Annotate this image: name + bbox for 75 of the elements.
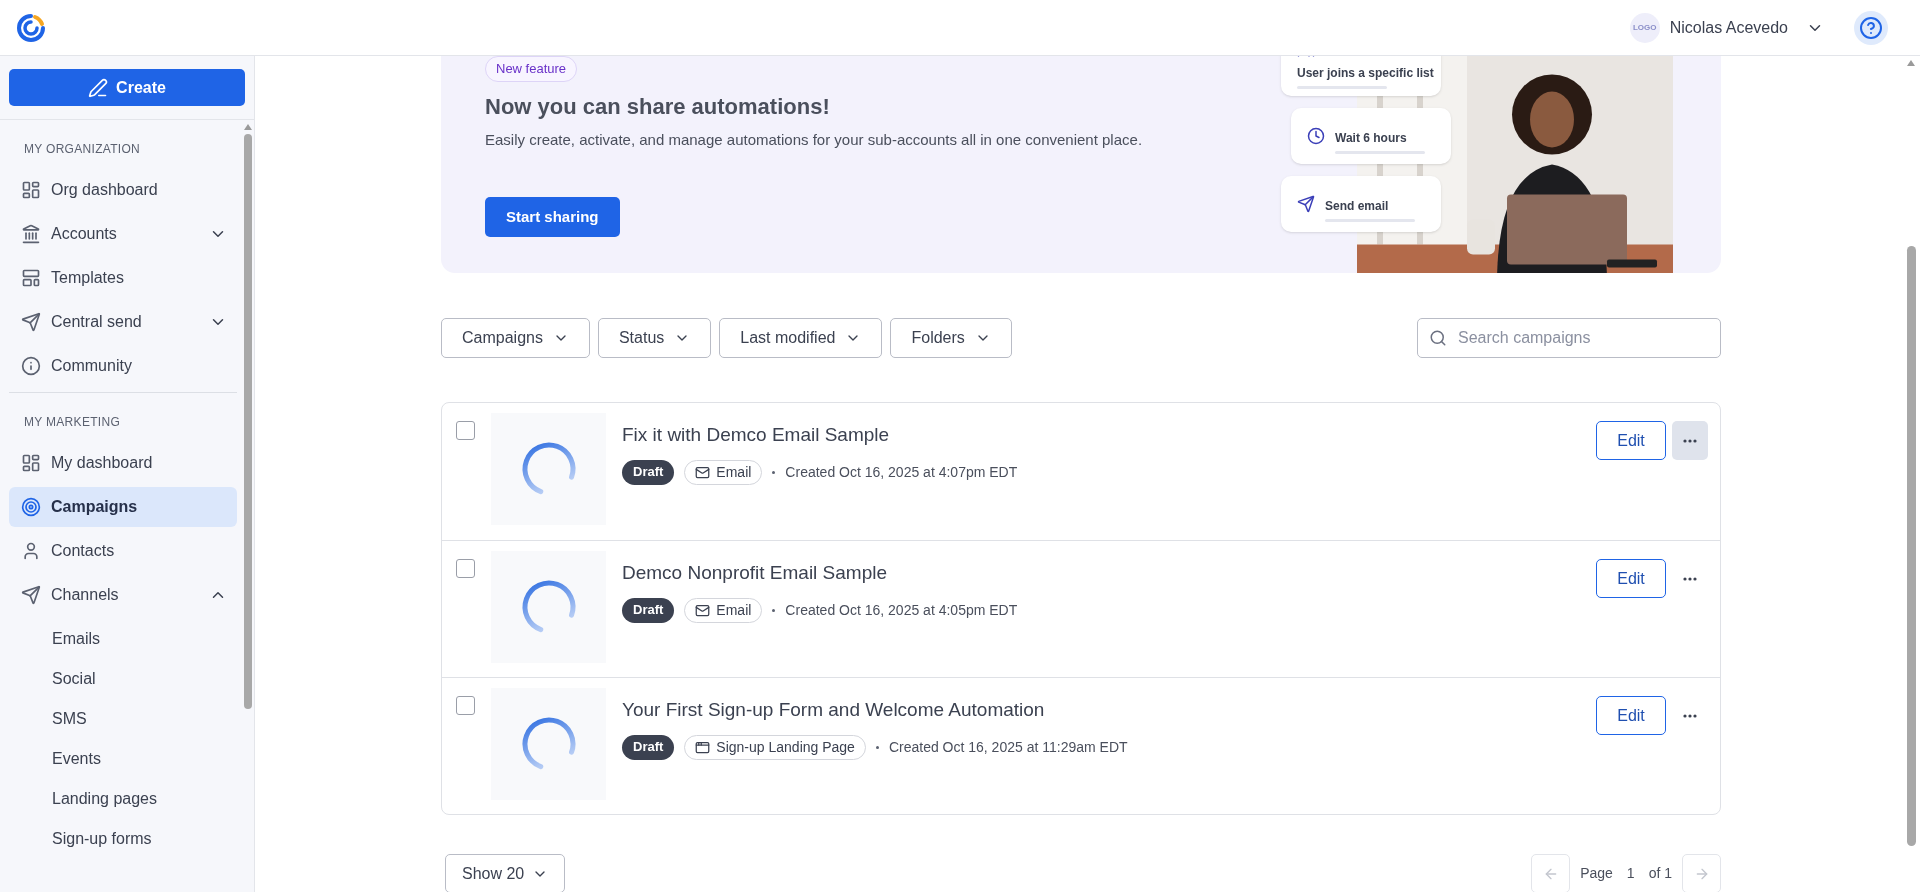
campaign-title[interactable]: Fix it with Demco Email Sample (622, 421, 1018, 450)
row-checkbox[interactable] (456, 421, 475, 440)
send-icon (21, 585, 41, 605)
user-name[interactable]: Nicolas Acevedo (1669, 15, 1788, 40)
clock-icon (1307, 127, 1325, 145)
filter-dropdown[interactable]: Last modified (719, 318, 883, 358)
edit-button[interactable]: Edit (1596, 696, 1666, 735)
sidebar-item[interactable]: Campaigns (9, 487, 237, 527)
more-icon (1683, 713, 1697, 718)
mail-icon (695, 464, 711, 480)
template-icon (21, 268, 41, 288)
status-badge: Draft (622, 597, 675, 623)
logo-icon[interactable] (15, 11, 47, 44)
edit-button[interactable]: Edit (1596, 559, 1666, 598)
row-checkbox[interactable] (456, 559, 475, 578)
more-button[interactable] (1672, 421, 1708, 460)
new-feature-badge: New feature (485, 56, 578, 82)
search-icon (1429, 329, 1447, 347)
dashboard-icon (21, 180, 41, 200)
search-field[interactable]: Search campaigns (1417, 318, 1721, 358)
sidebar-item[interactable]: Contacts (9, 531, 237, 571)
sidebar-item[interactable]: Channels (9, 575, 237, 615)
pen-icon (88, 77, 109, 98)
status-badge: Draft (622, 459, 675, 485)
step-label: User joins a specific list (1297, 65, 1434, 82)
dashboard-icon (21, 453, 41, 473)
sidebar-item[interactable]: Central send (9, 302, 237, 342)
edit-button[interactable]: Edit (1596, 421, 1666, 460)
section-heading: MY MARKETING (23, 414, 122, 431)
sidebar-item[interactable]: My dashboard (9, 443, 237, 483)
banner-title: Now you can share automations! (485, 92, 831, 121)
sidebar-subitem[interactable]: Social (9, 659, 237, 699)
target-icon (21, 497, 41, 517)
sidebar-subitem[interactable]: Emails (9, 619, 237, 659)
sidebar-subitem[interactable]: Landing pages (9, 779, 237, 819)
step-label: Wait 6 hours (1335, 129, 1408, 147)
page-total: of 1 (1648, 864, 1672, 883)
row-checkbox[interactable] (456, 696, 475, 715)
mail-icon (695, 602, 711, 618)
person-icon (21, 541, 41, 561)
created-date: Created Oct 16, 2025 at 4:07pm EDT (785, 462, 1018, 482)
filter-dropdown[interactable]: Folders (890, 318, 1012, 358)
more-icon (1683, 438, 1697, 443)
start-sharing-button[interactable]: Start sharing (485, 197, 620, 237)
bullet-icon (875, 745, 879, 749)
sidebar-item[interactable]: Templates (9, 258, 237, 298)
bank-icon (21, 224, 41, 244)
page-number: 1 (1625, 864, 1636, 883)
sidebar-subitem[interactable]: SMS (9, 699, 237, 739)
created-date: Created Oct 16, 2025 at 4:05pm EDT (785, 600, 1018, 620)
sidebar-subitem[interactable]: Events (9, 739, 237, 779)
more-icon (1683, 576, 1697, 581)
help-button[interactable] (1854, 10, 1888, 45)
bullet-icon (772, 470, 776, 474)
sidebar-item[interactable]: Community (9, 346, 237, 386)
step-label: Send email (1325, 197, 1390, 215)
campaign-title[interactable]: Demco Nonprofit Email Sample (622, 559, 1018, 588)
section-heading: MY ORGANIZATION (23, 141, 142, 158)
sidebar-item[interactable]: Org dashboard (9, 170, 237, 210)
help-icon (1859, 15, 1883, 40)
sidebar-subitem[interactable]: Sign-up forms (9, 819, 237, 859)
bullet-icon (772, 608, 776, 612)
send-icon (21, 312, 41, 332)
filter-dropdown[interactable]: Status (597, 318, 712, 358)
created-date: Created Oct 16, 2025 at 11:29am EDT (888, 737, 1128, 757)
campaign-title[interactable]: Your First Sign-up Form and Welcome Automation (622, 696, 1128, 725)
page-label: Page (1580, 864, 1613, 883)
sidebar-item[interactable]: Accounts (9, 214, 237, 254)
page-icon (695, 739, 711, 755)
send-icon (1297, 195, 1315, 213)
banner-description: Easily create, activate, and manage automations for your sub-accounts all in one convenient place. (485, 129, 1143, 150)
info-icon (21, 356, 41, 376)
create-button[interactable]: Create (9, 69, 245, 106)
status-badge: Draft (622, 734, 675, 760)
filter-dropdown[interactable]: Campaigns (441, 318, 590, 358)
